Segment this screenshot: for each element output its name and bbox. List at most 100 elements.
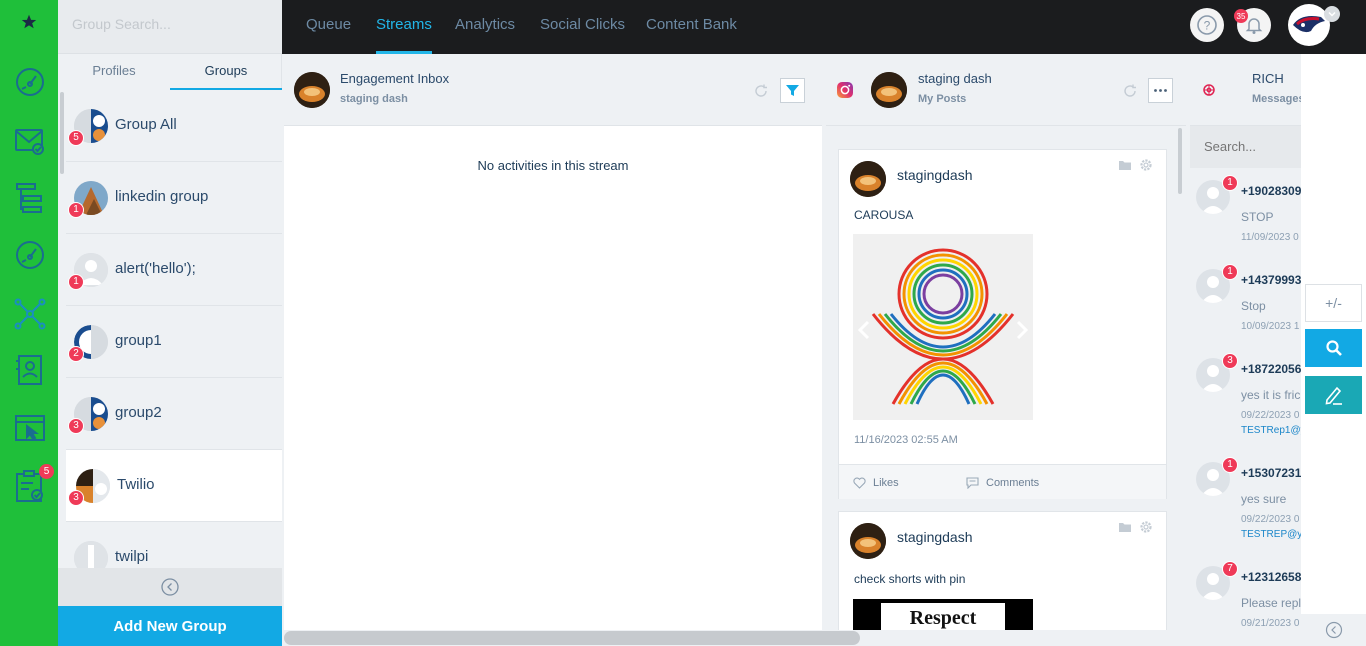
likes-button[interactable]: Likes [873, 477, 899, 489]
unread-count-badge: 7 [1222, 561, 1238, 577]
column-header: Engagement Inbox staging dash [284, 54, 822, 126]
unread-count-badge: 3 [1222, 353, 1238, 369]
group-name: Group All [115, 116, 177, 133]
column-scrollbar[interactable] [1178, 128, 1182, 194]
column-subtitle: Messages [1252, 93, 1301, 105]
post-author-name: stagingdash [897, 529, 973, 545]
group-item[interactable]: 3 group2 [66, 378, 282, 450]
collapse-tools-button[interactable] [1301, 614, 1366, 646]
gear-icon[interactable] [1139, 158, 1153, 172]
message-email: TESTRep1@yo [1241, 425, 1301, 436]
group-count-badge: 2 [68, 346, 84, 362]
column-title: staging dash [918, 71, 992, 86]
nav-social-clicks[interactable]: Social Clicks [540, 0, 625, 54]
post-author-avatar [850, 161, 886, 197]
message-sender: +187220562 [1241, 362, 1301, 376]
group-count-badge: 5 [68, 130, 84, 146]
tab-groups[interactable]: Groups [170, 54, 282, 90]
message-item[interactable]: 1 +143799933 Stop 10/09/2023 1 [1190, 264, 1301, 359]
nav-content-bank[interactable]: Content Bank [646, 0, 737, 54]
message-date: 09/21/2023 0 [1241, 618, 1300, 629]
refresh-icon[interactable] [1122, 83, 1138, 99]
messages-search-bar [1190, 126, 1301, 168]
group-count-badge: 1 [68, 274, 84, 290]
hierarchy-icon[interactable] [12, 180, 48, 216]
more-options-button[interactable] [1148, 78, 1173, 103]
post-card: stagingdash check shorts with pin Respec… [838, 511, 1167, 641]
group-name: twilpi [115, 548, 149, 565]
help-button[interactable]: ? [1190, 8, 1224, 42]
folder-icon[interactable] [1118, 159, 1132, 171]
logo-star-icon[interactable] [15, 4, 43, 40]
more-dots-icon [1154, 89, 1167, 92]
account-dropdown-button[interactable] [1324, 6, 1340, 22]
group-search-bar [58, 0, 282, 54]
message-date: 11/09/2023 0 [1241, 232, 1299, 243]
group-name: group1 [115, 332, 162, 349]
message-email: TESTREP@yo [1241, 529, 1301, 540]
tasks-count-badge: 5 [39, 464, 54, 479]
group-list-scrollbar[interactable] [60, 92, 64, 174]
group-search-input[interactable] [72, 0, 272, 48]
nav-streams[interactable]: Streams [376, 0, 432, 54]
add-new-group-button[interactable]: Add New Group [58, 606, 282, 646]
post-image-carousel[interactable] [853, 234, 1033, 420]
message-item[interactable]: 3 +187220562 yes it is fric 09/22/2023 0… [1190, 353, 1301, 448]
empty-stream-message: No activities in this stream [477, 158, 629, 173]
groups-panel: Profiles Groups 5 Group All 1 linkedin g… [58, 0, 282, 646]
stream-avatar [871, 72, 907, 108]
contact-card-icon[interactable] [12, 352, 48, 388]
collapse-panel-button[interactable] [58, 568, 282, 606]
nav-analytics[interactable]: Analytics [455, 0, 515, 54]
chevron-left-icon [161, 578, 179, 596]
notification-count-badge: 35 [1234, 9, 1248, 23]
message-item[interactable]: 1 +153072317 yes sure 09/22/2023 0 TESTR… [1190, 457, 1301, 552]
filter-button[interactable] [780, 78, 805, 103]
group-item[interactable]: 5 Group All [66, 90, 282, 162]
message-item[interactable]: 1 +190283094 STOP 11/09/2023 0 [1190, 175, 1301, 270]
folder-icon[interactable] [1118, 521, 1132, 533]
mail-icon[interactable] [12, 122, 48, 158]
column-header: staging dash My Posts [826, 54, 1186, 126]
heart-icon [853, 477, 866, 489]
search-icon [1325, 340, 1342, 356]
message-preview: Stop [1241, 299, 1266, 313]
team-logo-icon [1293, 16, 1325, 33]
message-date: 10/09/2023 1 [1241, 321, 1300, 332]
stream-avatar [294, 72, 330, 108]
post-text: check shorts with pin [854, 572, 966, 586]
stream-column-messages: RICH Messages 1 +190283094 STOP 11/09/20… [1190, 54, 1301, 630]
gear-icon[interactable] [1139, 520, 1153, 534]
group-item[interactable]: 1 alert('hello'); [66, 234, 282, 306]
browser-cursor-icon[interactable] [12, 410, 48, 446]
group-item[interactable]: 2 group1 [66, 306, 282, 378]
instagram-icon [837, 82, 853, 98]
compose-button[interactable] [1305, 376, 1362, 414]
group-name: Twilio [117, 476, 155, 493]
refresh-icon[interactable] [753, 83, 769, 99]
message-date: 09/22/2023 0 [1241, 410, 1300, 421]
help-icon: ? [1197, 15, 1217, 35]
carousel-prev-icon[interactable] [857, 320, 871, 340]
message-preview: STOP [1241, 210, 1274, 224]
analytics-gauge-icon[interactable] [12, 237, 48, 273]
post-date: 11/16/2023 02:55 AM [854, 434, 958, 446]
group-item[interactable]: 1 linkedin group [66, 162, 282, 234]
nav-queue[interactable]: Queue [306, 0, 351, 54]
messages-search-input[interactable] [1204, 126, 1301, 166]
network-nodes-icon[interactable] [12, 296, 48, 332]
toggle-columns-button[interactable]: +/- [1305, 284, 1362, 322]
group-item[interactable]: 3 Twilio [66, 450, 282, 522]
horizontal-scrollbar-thumb[interactable] [284, 631, 860, 645]
carousel-next-icon[interactable] [1015, 320, 1029, 340]
unread-count-badge: 1 [1222, 264, 1238, 280]
column-header: RICH Messages [1190, 54, 1301, 126]
column-title: RICH [1252, 71, 1284, 86]
message-item[interactable]: 7 +123126588 Please repl 09/21/2023 0 [1190, 561, 1301, 630]
search-button[interactable] [1305, 329, 1362, 367]
post-author-avatar [850, 523, 886, 559]
filter-icon [786, 85, 799, 96]
comments-button[interactable]: Comments [986, 477, 1039, 489]
dashboard-gauge-icon[interactable] [12, 64, 48, 100]
tab-profiles[interactable]: Profiles [58, 54, 170, 90]
